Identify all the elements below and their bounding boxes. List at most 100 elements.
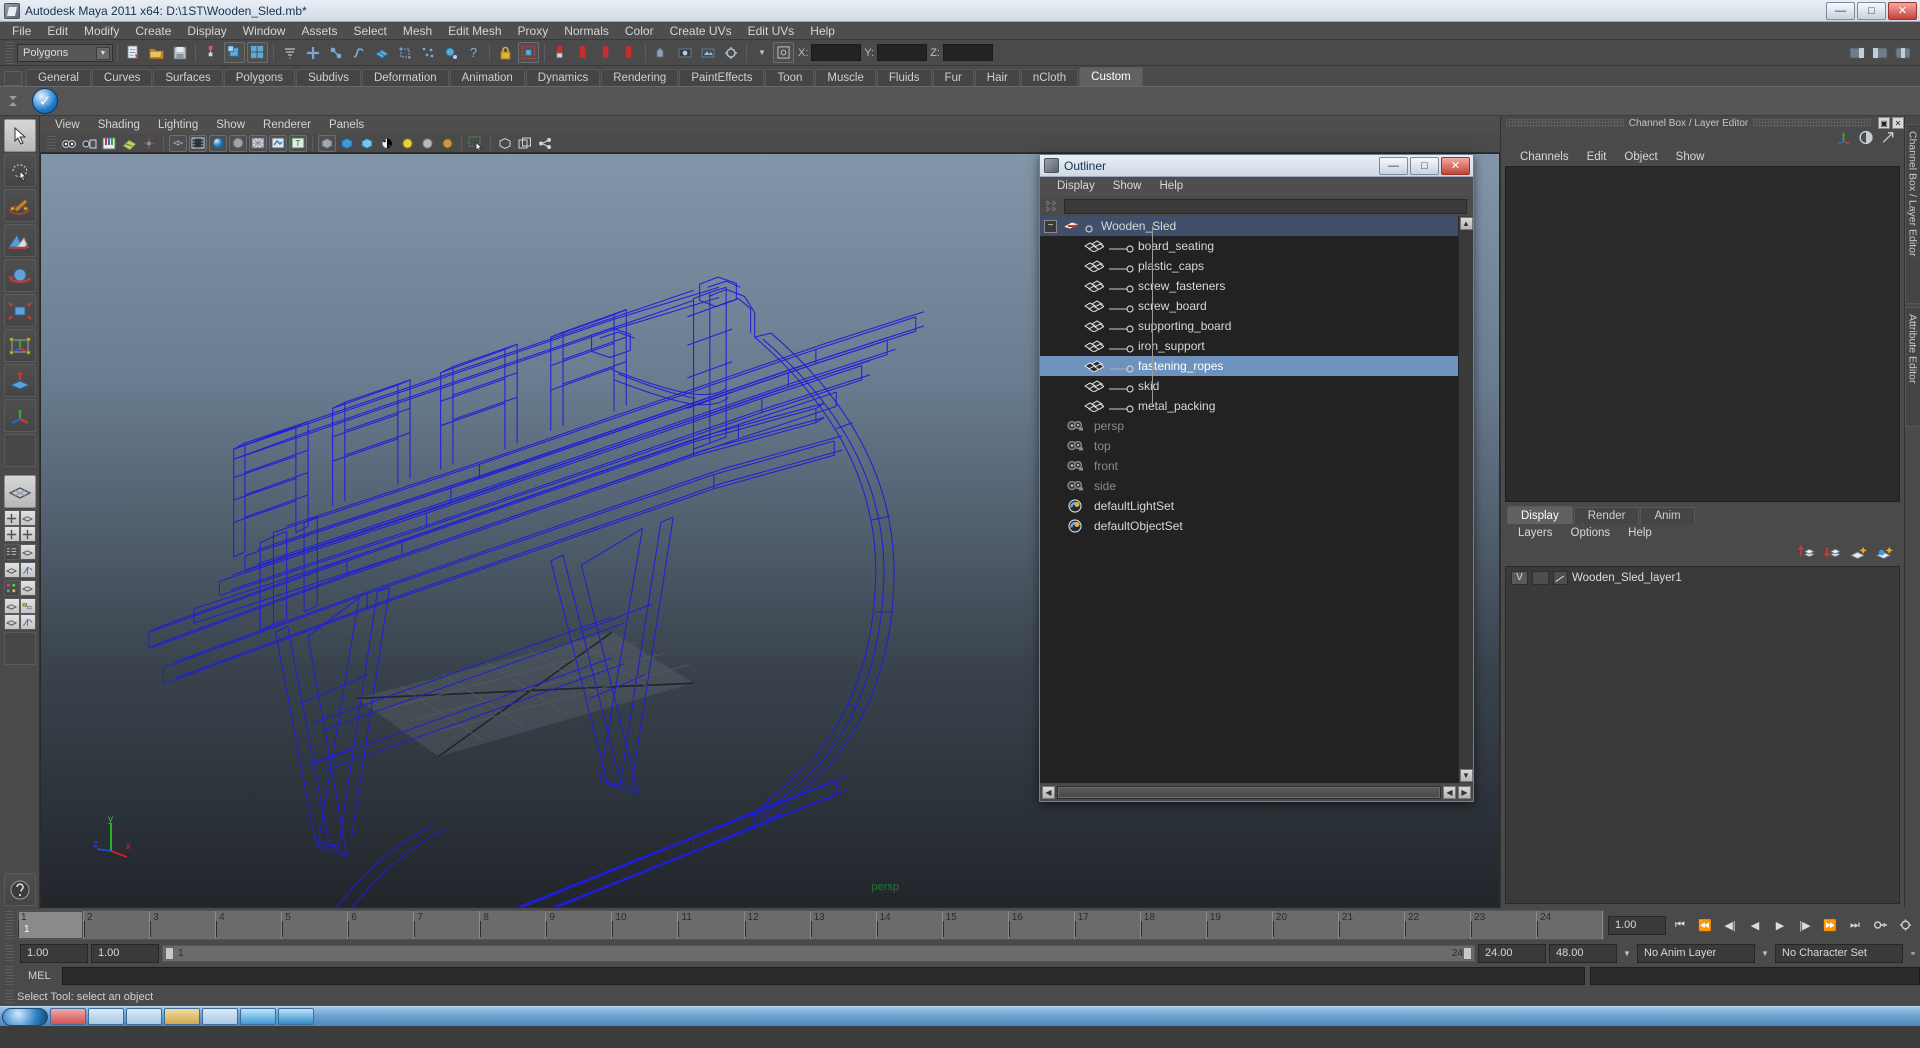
persp-outliner-layout-button[interactable] xyxy=(19,510,36,526)
shelf-tab-general[interactable]: General xyxy=(26,69,91,86)
select-handle-icon[interactable] xyxy=(302,42,323,63)
outliner-row[interactable]: front xyxy=(1040,456,1458,476)
key-icon[interactable]: ⚭ xyxy=(1906,945,1920,962)
snap-to-point-icon[interactable] xyxy=(596,42,617,63)
universal-manipulator-button[interactable] xyxy=(3,329,36,362)
select-tool-button[interactable] xyxy=(3,119,36,152)
scale-tool-button[interactable] xyxy=(3,294,36,327)
menu-edit[interactable]: Edit xyxy=(39,22,76,40)
shelf-tab-toon[interactable]: Toon xyxy=(765,69,815,86)
time-slider-frame-cell[interactable]: 15 xyxy=(942,911,1009,939)
viewport-menu-shading[interactable]: Shading xyxy=(89,116,149,134)
taskbar-item-4[interactable] xyxy=(164,1008,200,1025)
close-button[interactable]: ✕ xyxy=(1888,1,1917,20)
maximize-button[interactable]: □ xyxy=(1857,1,1886,20)
outliner-row[interactable]: − Wooden_Sled xyxy=(1040,216,1458,236)
scroll-right-arrow-icon[interactable]: ◀ xyxy=(1443,785,1456,799)
channelbox-menu-edit[interactable]: Edit xyxy=(1578,148,1616,166)
help-tool-button[interactable] xyxy=(3,873,36,906)
close-panel-button[interactable]: ✕ xyxy=(1892,117,1905,129)
two-d-pan-zoom-icon[interactable] xyxy=(140,135,158,152)
select-misc-icon[interactable]: ? xyxy=(463,42,484,63)
menu-color[interactable]: Color xyxy=(617,22,662,40)
exposure-control-icon[interactable] xyxy=(496,135,514,152)
outliner-row[interactable]: metal_packing xyxy=(1040,396,1458,416)
rotate-tool-button[interactable] xyxy=(3,259,36,292)
outliner-maximize-button[interactable]: □ xyxy=(1410,156,1439,175)
dock-tab-channel-box[interactable]: Channel Box / Layer Editor xyxy=(1904,124,1920,304)
shelf-tab-animation[interactable]: Animation xyxy=(449,69,525,86)
outliner-window[interactable]: Outliner — □ ✕ Display Show Help − Wooden… xyxy=(1039,154,1474,802)
three-pane-layout-button[interactable] xyxy=(19,526,36,542)
shelf-tab-custom[interactable]: Custom xyxy=(1079,67,1143,86)
current-frame-field[interactable]: 1.00 xyxy=(1608,915,1666,935)
new-layer-icon[interactable] xyxy=(1849,544,1868,564)
taskbar-item-6[interactable] xyxy=(240,1008,276,1025)
dope-sheet-layout-button[interactable] xyxy=(19,614,36,630)
move-tool-button[interactable] xyxy=(3,224,36,257)
select-deformations-icon[interactable] xyxy=(394,42,415,63)
channelbox-menu-object[interactable]: Object xyxy=(1615,148,1666,166)
light-gold-icon[interactable] xyxy=(438,135,456,152)
time-slider-frame-cell[interactable]: 4 xyxy=(216,911,283,939)
time-slider-frame-cell[interactable]: 13 xyxy=(810,911,877,939)
playback-start-field[interactable]: 24.00 xyxy=(1478,943,1546,963)
shelf-tab-dynamics[interactable]: Dynamics xyxy=(525,69,601,86)
bookmarks-icon[interactable] xyxy=(100,135,118,152)
custom-shelf-item-icon[interactable]: ✓ xyxy=(32,88,58,114)
persp-persp-layout-button[interactable] xyxy=(3,598,20,614)
display-layer-list[interactable]: V Wooden_Sled_layer1 xyxy=(1505,566,1900,904)
time-slider-grip[interactable] xyxy=(5,911,14,939)
layer-type-icon[interactable] xyxy=(1553,570,1568,585)
taskbar-item-2[interactable] xyxy=(88,1008,124,1025)
scroll-right-arrow-icon-2[interactable]: ▶ xyxy=(1458,785,1471,799)
time-slider-frame-cell[interactable]: 1 xyxy=(18,911,85,939)
light-grey-icon[interactable] xyxy=(418,135,436,152)
xray-joints-icon[interactable] xyxy=(378,135,396,152)
h-scroll-thumb[interactable] xyxy=(1058,786,1440,798)
outliner-row[interactable]: top xyxy=(1040,436,1458,456)
show-manipulator-tool-button[interactable] xyxy=(3,399,36,432)
outliner-horizontal-scrollbar[interactable]: ◀ ◀ ▶ xyxy=(1040,783,1473,801)
shelf-tab-subdivs[interactable]: Subdivs xyxy=(296,69,361,86)
taskbar-item-1[interactable] xyxy=(50,1008,86,1025)
outliner-row[interactable]: skid xyxy=(1040,376,1458,396)
shelf-options-box[interactable] xyxy=(4,71,22,86)
persp-layout-button[interactable] xyxy=(19,544,36,560)
shelf-tab-curves[interactable]: Curves xyxy=(91,69,153,86)
time-slider-frame-cell[interactable]: 6 xyxy=(348,911,415,939)
step-forward-frame-icon[interactable]: |▶ xyxy=(1794,915,1816,935)
channelbox-menu-show[interactable]: Show xyxy=(1667,148,1714,166)
tab-anim[interactable]: Anim xyxy=(1640,507,1695,524)
layer-menu-options[interactable]: Options xyxy=(1562,524,1620,542)
outliner-menu-show[interactable]: Show xyxy=(1104,177,1151,196)
snap-to-grid-icon[interactable] xyxy=(550,42,571,63)
time-slider-frame-cell[interactable]: 24 xyxy=(1537,911,1604,939)
show-hide-attribute-editor-icon[interactable] xyxy=(1869,42,1890,63)
outliner-row[interactable]: plastic_caps xyxy=(1040,256,1458,276)
help-line-grip[interactable] xyxy=(5,989,14,1005)
step-back-key-icon[interactable]: ⏪ xyxy=(1694,915,1716,935)
time-slider-frame-cell[interactable]: 12 xyxy=(744,911,811,939)
menu-create-uvs[interactable]: Create UVs xyxy=(662,22,740,40)
drag-handle-dots[interactable] xyxy=(1506,119,1624,127)
lasso-tool-button[interactable] xyxy=(3,154,36,187)
time-slider-frame-cell[interactable]: 14 xyxy=(876,911,943,939)
camera-attributes-icon[interactable] xyxy=(80,135,98,152)
range-slider-grip[interactable] xyxy=(5,944,14,962)
texture-label-icon[interactable]: T xyxy=(289,134,307,152)
film-gate-icon[interactable] xyxy=(189,134,207,152)
shelf-tab-surfaces[interactable]: Surfaces xyxy=(153,69,223,86)
select-joints-icon[interactable] xyxy=(325,42,346,63)
lock-selection-icon[interactable] xyxy=(495,42,516,63)
command-line-grip[interactable] xyxy=(5,966,14,986)
anim-layer-field[interactable]: No Anim Layer xyxy=(1637,943,1755,963)
menu-display[interactable]: Display xyxy=(179,22,234,40)
play-backwards-icon[interactable]: ◀ xyxy=(1744,915,1766,935)
display-render-stats-icon[interactable] xyxy=(1858,130,1874,148)
outliner-menu-help[interactable]: Help xyxy=(1151,177,1193,196)
playback-end-field[interactable]: 48.00 xyxy=(1549,943,1617,963)
select-hierarchy-mask-icon[interactable] xyxy=(279,42,300,63)
shelf-tab-rendering[interactable]: Rendering xyxy=(601,69,679,86)
h-scroll-track[interactable] xyxy=(1057,785,1441,799)
